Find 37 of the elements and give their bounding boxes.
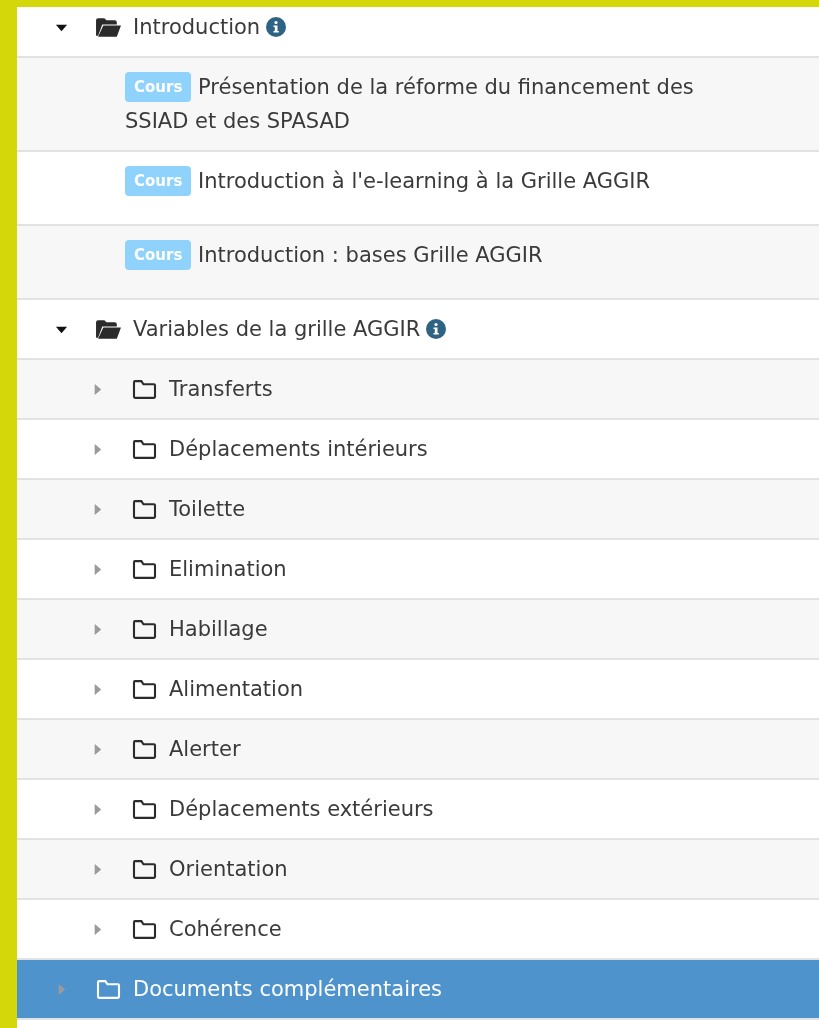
tree-row[interactable]: Orientation bbox=[17, 840, 819, 900]
folder-label: Déplacements intérieurs bbox=[169, 437, 428, 461]
folder-icon bbox=[131, 438, 158, 460]
course-badge: Cours bbox=[125, 72, 192, 102]
folder-icon bbox=[131, 798, 158, 820]
folder-icon bbox=[131, 678, 158, 700]
tree-row[interactable]: Alerter bbox=[17, 720, 819, 780]
open-folder-icon bbox=[95, 318, 122, 340]
course-badge: Cours bbox=[125, 240, 192, 270]
folder-label: Habillage bbox=[169, 617, 268, 641]
folder-label: Documents complémentaires bbox=[133, 977, 442, 1001]
info-icon[interactable] bbox=[426, 319, 447, 339]
folder-icon bbox=[95, 978, 122, 1000]
folder-icon bbox=[131, 498, 158, 520]
folder-label: Toilette bbox=[169, 497, 246, 521]
folder-label: Elimination bbox=[169, 557, 287, 581]
folder-icon bbox=[131, 378, 158, 400]
tree-row[interactable]: Transferts bbox=[17, 360, 819, 420]
folder-icon bbox=[131, 558, 158, 580]
tree-row[interactable]: Habillage bbox=[17, 600, 819, 660]
folder-icon bbox=[131, 738, 158, 760]
folder-label: Transferts bbox=[169, 377, 273, 401]
course-link[interactable]: Cours Introduction à l'e-learning à la Grille AGGIR bbox=[125, 164, 710, 198]
folder-label: Variables de la grille AGGIR bbox=[133, 317, 421, 341]
info-icon[interactable] bbox=[266, 17, 287, 37]
folder-label: Introduction bbox=[133, 15, 261, 39]
folder-icon bbox=[131, 918, 158, 940]
folder-label: Déplacements extérieurs bbox=[169, 797, 434, 821]
folder-label: Alimentation bbox=[169, 677, 304, 701]
folder-label: Alerter bbox=[169, 737, 241, 761]
folder-label: Orientation bbox=[169, 857, 288, 881]
folder-label: Cohérence bbox=[169, 917, 282, 941]
open-folder-icon bbox=[95, 16, 122, 38]
course-badge: Cours bbox=[125, 166, 192, 196]
folder-icon bbox=[131, 618, 158, 640]
tree-row[interactable]: Toilette bbox=[17, 480, 819, 540]
folder-icon bbox=[131, 858, 158, 880]
